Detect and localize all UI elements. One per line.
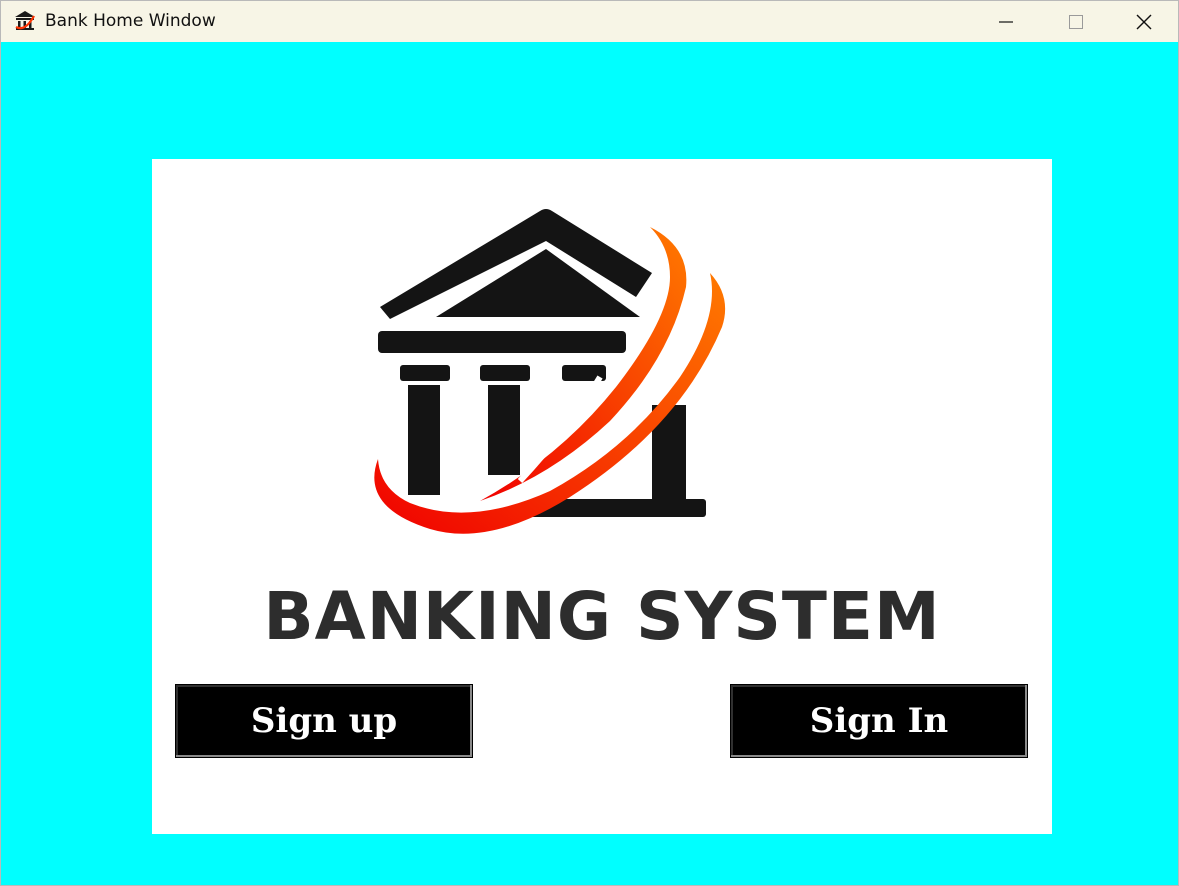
title-bar[interactable]: Bank Home Window [1,1,1178,42]
sign-up-button[interactable]: Sign up [175,684,473,758]
bank-home-window: Bank Home Window BANKING SYSTEM Sign up … [0,0,1179,886]
maximize-icon [1069,14,1083,29]
minimize-icon [999,20,1013,23]
maximize-button[interactable] [1041,1,1111,42]
sign-in-button[interactable]: Sign In [730,684,1028,758]
close-icon [1136,14,1152,29]
window-title: Bank Home Window [45,11,216,31]
home-panel: BANKING SYSTEM Sign up Sign In [152,159,1052,834]
minimize-button[interactable] [971,1,1041,42]
window-client-area: BANKING SYSTEM Sign up Sign In [1,42,1178,885]
page-title: BANKING SYSTEM [263,578,941,655]
bank-icon [15,11,35,30]
bank-building-logo [374,209,726,534]
close-button[interactable] [1109,1,1178,42]
